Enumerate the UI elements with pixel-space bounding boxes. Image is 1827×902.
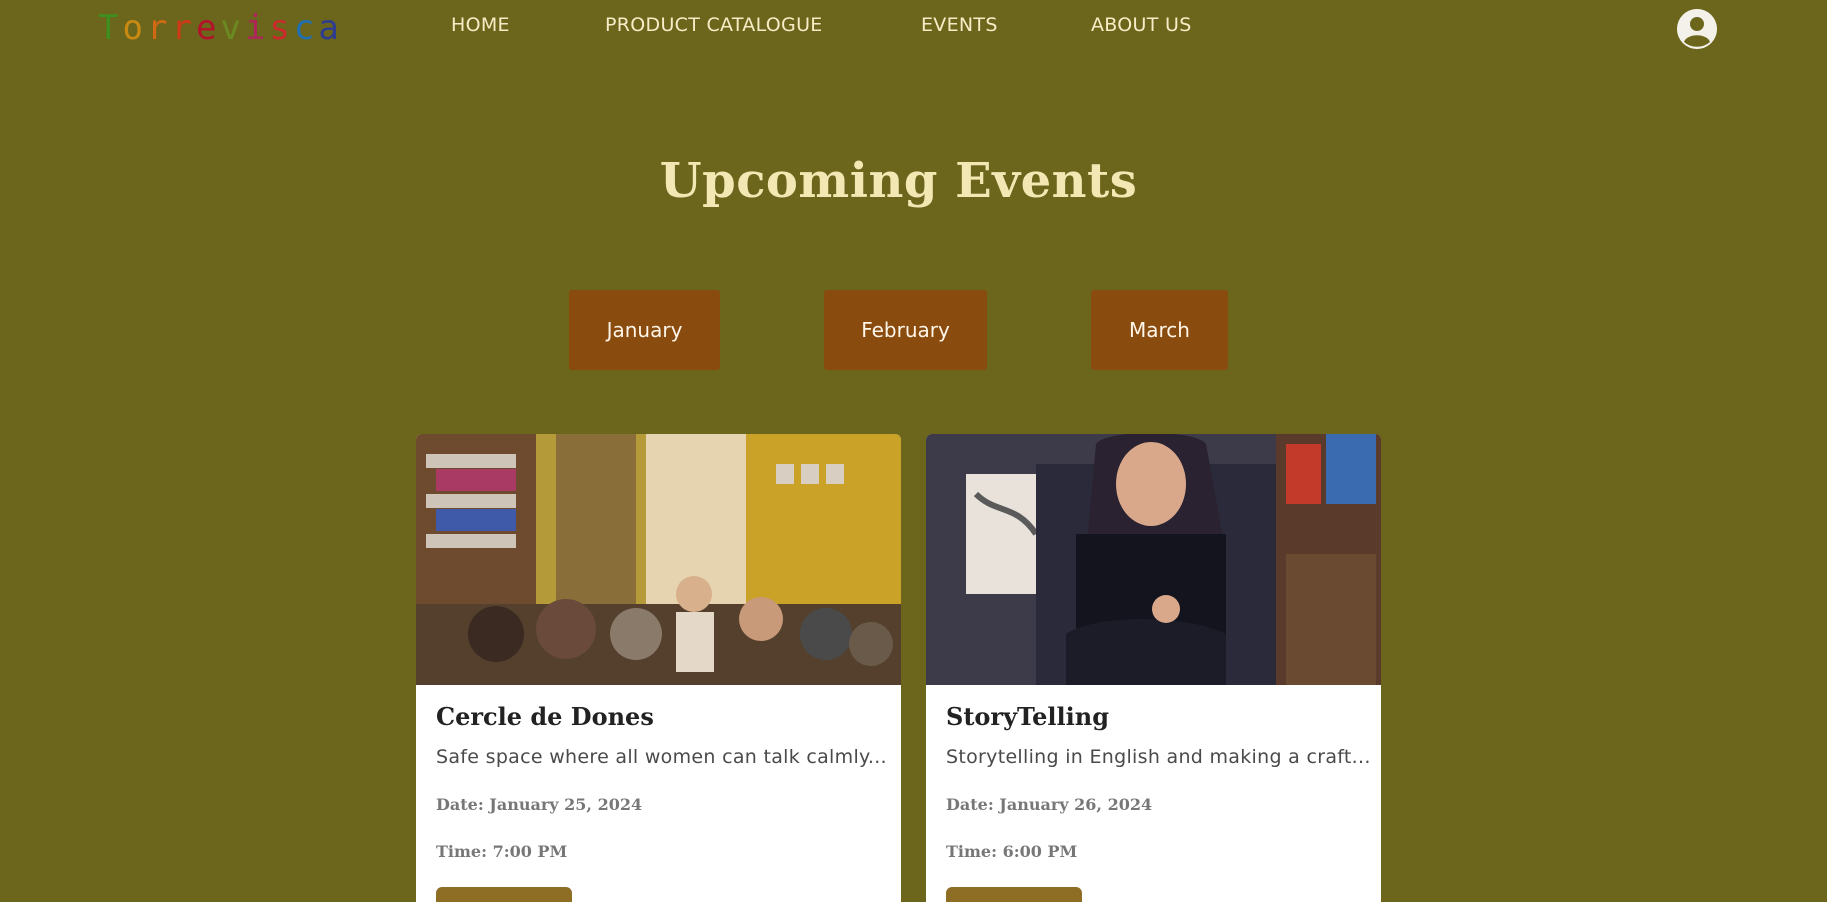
nav-events-link[interactable]: EVENTS: [921, 14, 998, 36]
nav-about-us-link[interactable]: ABOUT US: [1091, 14, 1192, 36]
event-description: Safe space where all women can talk calm…: [436, 746, 887, 768]
event-description: Storytelling in English and making a cra…: [946, 746, 1371, 768]
event-details-button[interactable]: [436, 887, 572, 902]
storyteller-photo-icon: [926, 434, 1381, 685]
month-button-january[interactable]: January: [569, 290, 720, 370]
month-button-february[interactable]: February: [824, 290, 987, 370]
event-time: Time: 6:00 PM: [946, 842, 1078, 861]
event-time: Time: 7:00 PM: [436, 842, 568, 861]
event-date: Date: January 26, 2024: [946, 795, 1153, 814]
nav-home-link[interactable]: HOME: [451, 14, 510, 36]
event-card[interactable]: Cercle de Dones Safe space where all wom…: [416, 434, 901, 902]
event-details-button[interactable]: [946, 887, 1082, 902]
event-card[interactable]: StoryTelling Storytelling in English and…: [926, 434, 1381, 902]
site-logo[interactable]: Torrevisca: [98, 8, 343, 48]
page-title: Upcoming Events: [659, 153, 1138, 209]
event-title: Cercle de Dones: [436, 702, 654, 731]
month-button-march[interactable]: March: [1091, 290, 1228, 370]
group-photo-icon: [416, 434, 901, 685]
events-page: Torrevisca HOME PRODUCT CATALOGUE EVENTS…: [0, 0, 1827, 902]
nav-product-catalogue-link[interactable]: PRODUCT CATALOGUE: [605, 14, 823, 36]
event-title: StoryTelling: [946, 702, 1109, 731]
event-date: Date: January 25, 2024: [436, 795, 643, 814]
top-navigation-bar: Torrevisca HOME PRODUCT CATALOGUE EVENTS…: [0, 0, 1827, 56]
user-account-icon[interactable]: [1677, 9, 1717, 49]
